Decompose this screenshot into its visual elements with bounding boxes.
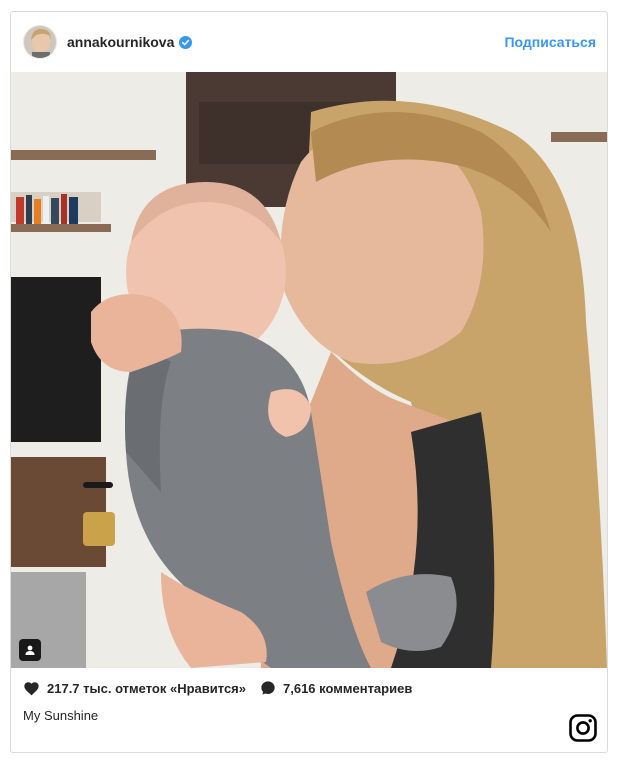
user-tag-icon[interactable] [19,639,41,661]
heart-icon [24,681,39,695]
follow-button[interactable]: Подписаться [504,34,596,50]
comment-icon [261,681,275,695]
post-stats: 217.7 тыс. отметок «Нравится» 7,616 комм… [23,680,426,696]
post-caption: My Sunshine [23,708,99,723]
username-link[interactable]: annakournikova [67,34,174,50]
post-header: annakournikova Подписаться [11,12,607,72]
comments-count[interactable]: 7,616 комментариев [260,680,412,696]
post-photo[interactable] [11,72,607,668]
verified-badge-icon [179,35,193,49]
likes-count[interactable]: 217.7 тыс. отметок «Нравится» [23,681,246,696]
comments-text: 7,616 комментариев [283,680,413,696]
instagram-embed-card: annakournikova Подписаться 217.7 тыс. от… [10,11,608,753]
avatar[interactable] [23,25,57,59]
instagram-logo-icon[interactable] [569,714,597,742]
likes-text: 217.7 тыс. отметок «Нравится» [47,680,246,696]
